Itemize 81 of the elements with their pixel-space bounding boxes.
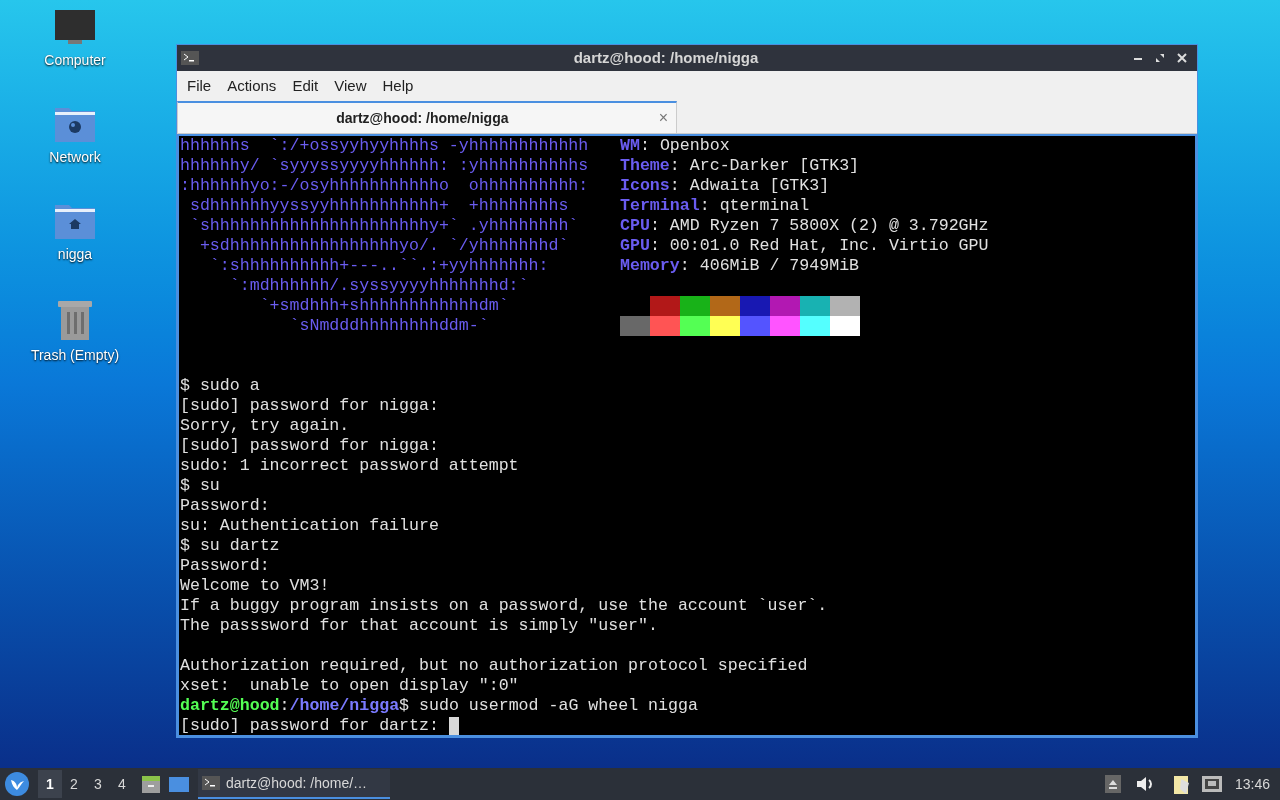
info-separator: : — [649, 236, 660, 256]
info-key: Memory — [620, 256, 680, 276]
ascii-logo-line: `sNmdddhhhhhhhhddm-` — [288, 316, 489, 336]
start-menu-icon[interactable] — [4, 771, 30, 797]
ascii-logo-line: `+smdhhh+shhhhhhhhhhhhdm` — [258, 296, 509, 316]
network-port-icon[interactable] — [1200, 775, 1223, 793]
terminal-line: [sudo] password for nigga: — [180, 396, 439, 416]
ascii-logo-line: `:mdhhhhhh/.syssyyyyhhhhhhhd:` — [228, 276, 529, 296]
terminal-line: The passsword for that account is simply "user". — [180, 616, 658, 636]
eject-icon[interactable] — [1104, 775, 1121, 793]
info-value: 406MiB / 7949MiB — [699, 256, 860, 276]
info-separator: : — [699, 196, 710, 216]
terminal-line: Authorization required, but no authorization protocol specified — [180, 656, 808, 676]
terminal-line: Welcome to VM3! — [180, 576, 330, 596]
menu-item[interactable]: Actions — [221, 74, 283, 98]
terminal-line: $ su — [180, 476, 220, 496]
home-folder-icon — [54, 202, 96, 240]
info-separator: : — [669, 176, 680, 196]
info-value: Openbox — [659, 136, 730, 156]
info-key: GPU — [620, 236, 650, 256]
desktop-icon-label[interactable]: Trash (Empty) — [30, 345, 120, 366]
info-key: Theme — [620, 156, 670, 176]
ascii-logo-line: hhhhhhs `:/+ossyyhyyhhhhs -yhhhhhhhhhhhh — [180, 136, 589, 156]
prompt-separator: : — [279, 696, 290, 716]
info-separator: : — [649, 216, 660, 236]
ascii-logo-line: +sdhhhhhhhhhhhhhhhhhyo/. `/yhhhhhhhd` — [198, 236, 569, 256]
info-key: CPU — [620, 216, 650, 236]
info-key: WM — [620, 136, 640, 156]
text-cursor — [448, 717, 459, 735]
workspace-button[interactable]: 2 — [62, 770, 86, 798]
terminal-tab[interactable]: dartz@hood: /home/nigga × — [177, 101, 677, 133]
terminal-line: Sorry, try again. — [180, 416, 350, 436]
task-button[interactable]: dartz@hood: /home/… — [198, 769, 390, 799]
menu-item[interactable]: Help — [376, 74, 420, 98]
menu-item[interactable]: File — [181, 74, 218, 98]
terminal-line: xset: unable to open display ":0" — [180, 676, 519, 696]
ascii-logo-line: hhhhhhy/ `syyyssyyyyhhhhhh: :yhhhhhhhhhhs — [180, 156, 589, 176]
prompt-user: dartz@hood — [180, 696, 280, 716]
terminal-line: su: Authentication failure — [180, 516, 439, 536]
info-value: 00:01.0 Red Hat, Inc. Virtio GPU — [669, 236, 989, 256]
terminal-line: $ sudo a — [180, 376, 260, 396]
menu-item[interactable]: Edit — [286, 74, 325, 98]
info-key: Icons — [620, 176, 670, 196]
info-value: qterminal — [719, 196, 810, 216]
info-value: Arc-Darker [GTK3] — [689, 156, 860, 176]
terminal-line: Password: — [180, 556, 270, 576]
monitor-icon — [54, 8, 96, 46]
maximize-icon[interactable] — [1155, 53, 1165, 63]
terminal-icon — [202, 776, 220, 790]
menu-item[interactable]: View — [328, 74, 373, 98]
info-separator: : — [679, 256, 690, 276]
workspace-button[interactable]: 3 — [86, 770, 110, 798]
terminal-line: sudo: 1 incorrect password attempt — [180, 456, 519, 476]
tab-label: dartz@hood: /home/nigga — [335, 108, 510, 128]
volume-icon[interactable] — [1134, 775, 1155, 793]
info-key: Terminal — [620, 196, 700, 216]
file-cabinet-icon[interactable] — [140, 773, 162, 795]
workspace-button[interactable]: 1 — [38, 770, 62, 798]
terminal-line: $ su dartz — [180, 536, 280, 556]
terminal-line: Password: — [180, 496, 270, 516]
info-separator: : — [639, 136, 650, 156]
info-value: AMD Ryzen 7 5800X (2) @ 3.792GHz — [669, 216, 989, 236]
trash-icon — [56, 299, 94, 341]
tab-close-button[interactable]: × — [658, 106, 668, 130]
close-icon[interactable] — [1177, 53, 1187, 63]
info-value: Adwaita [GTK3] — [689, 176, 830, 196]
workspace-button[interactable]: 4 — [110, 770, 134, 798]
network-folder-icon — [54, 105, 96, 143]
prompt-path: /home/nigga — [289, 696, 400, 716]
ascii-logo-line: :hhhhhhyo:-/osyhhhhhhhhhhho ohhhhhhhhhh: — [180, 176, 589, 196]
clock[interactable]: 13:46 — [1234, 773, 1270, 795]
ascii-logo-line: sdhhhhhhyyssyyhhhhhhhhhhh+ +hhhhhhhhs — [188, 196, 569, 216]
ascii-logo-line: `shhhhhhhhhhhhhhhhhhhhhhy+` .yhhhhhhhh` — [188, 216, 579, 236]
terminal-icon — [181, 51, 199, 65]
terminal-command: $ sudo usermod -aG wheel nigga — [399, 696, 698, 716]
window-title: dartz@hood: /home/nigga — [572, 47, 760, 68]
terminal-line: [sudo] password for dartz: — [180, 716, 440, 735]
terminal-line: [sudo] password for nigga: — [180, 436, 439, 456]
info-separator: : — [669, 156, 680, 176]
ascii-logo-line: `:shhhhhhhhhh+---..``.:+yyhhhhhhh: — [208, 256, 549, 276]
terminal-line: If a buggy program insists on a password, use the account `user`. — [180, 596, 828, 616]
